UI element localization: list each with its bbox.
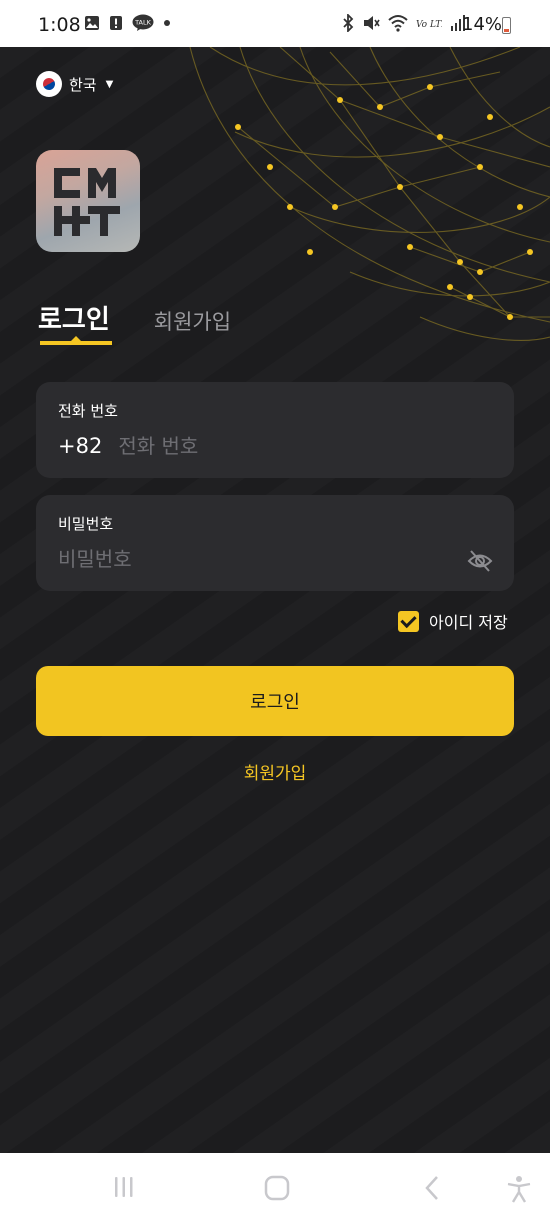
phone-field-label: 전화 번호 bbox=[58, 402, 118, 420]
back-icon[interactable] bbox=[422, 1175, 442, 1201]
alert-icon bbox=[110, 16, 122, 30]
korea-flag-icon bbox=[36, 71, 62, 97]
image-icon bbox=[85, 16, 99, 30]
system-nav-bar bbox=[0, 1153, 550, 1222]
recents-icon[interactable] bbox=[113, 1175, 135, 1199]
wifi-icon bbox=[388, 15, 408, 32]
talk-badge-text: TALK bbox=[134, 19, 152, 27]
caret-down-icon: ▼ bbox=[105, 78, 114, 90]
phone-input[interactable] bbox=[118, 434, 419, 458]
mute-icon bbox=[364, 16, 380, 30]
accessibility-icon[interactable] bbox=[506, 1175, 532, 1203]
login-screen: 한국 ▼ 로그인 회원가입 전화 번호 +82 비밀번호 bbox=[0, 47, 550, 1153]
password-field-label: 비밀번호 bbox=[58, 515, 114, 533]
tab-signup[interactable]: 회원가입 bbox=[154, 306, 231, 336]
battery-icon bbox=[502, 17, 511, 34]
volte-label: Vo LTE bbox=[416, 20, 442, 30]
password-input[interactable] bbox=[58, 547, 358, 571]
eye-off-icon[interactable] bbox=[466, 547, 494, 575]
volte-icon: Vo LTE bbox=[416, 20, 442, 30]
dot-icon bbox=[164, 20, 170, 26]
active-tab-indicator bbox=[40, 336, 112, 345]
app-logo bbox=[36, 150, 140, 252]
remember-checkbox[interactable] bbox=[398, 610, 419, 632]
tab-login[interactable]: 로그인 bbox=[38, 299, 110, 336]
language-selector[interactable]: 한국 ▼ bbox=[36, 71, 113, 97]
login-button[interactable]: 로그인 bbox=[36, 666, 514, 736]
bluetooth-icon bbox=[343, 14, 354, 32]
system-icons: Vo LTE bbox=[342, 14, 466, 32]
language-label: 한국 bbox=[69, 75, 97, 94]
country-code[interactable]: +82 bbox=[58, 434, 102, 458]
auth-tabs: 로그인 회원가입 bbox=[38, 299, 231, 336]
cmht-logo-mark bbox=[54, 168, 120, 236]
globe-decoration bbox=[189, 47, 550, 341]
phone-field[interactable]: 전화 번호 +82 bbox=[36, 382, 514, 478]
home-icon[interactable] bbox=[264, 1175, 290, 1201]
status-time: 1:08 bbox=[38, 14, 81, 36]
remember-id-toggle[interactable]: 아이디 저장 bbox=[398, 609, 508, 633]
battery-percent: 14% bbox=[462, 14, 503, 35]
password-field[interactable]: 비밀번호 bbox=[36, 495, 514, 591]
status-bar: 1:08 TALK Vo LTE 14% bbox=[0, 0, 550, 47]
remember-label: 아이디 저장 bbox=[429, 613, 508, 632]
signup-link[interactable]: 회원가입 bbox=[0, 759, 550, 784]
notification-icons: TALK bbox=[84, 14, 171, 32]
talk-icon: TALK bbox=[132, 14, 154, 31]
